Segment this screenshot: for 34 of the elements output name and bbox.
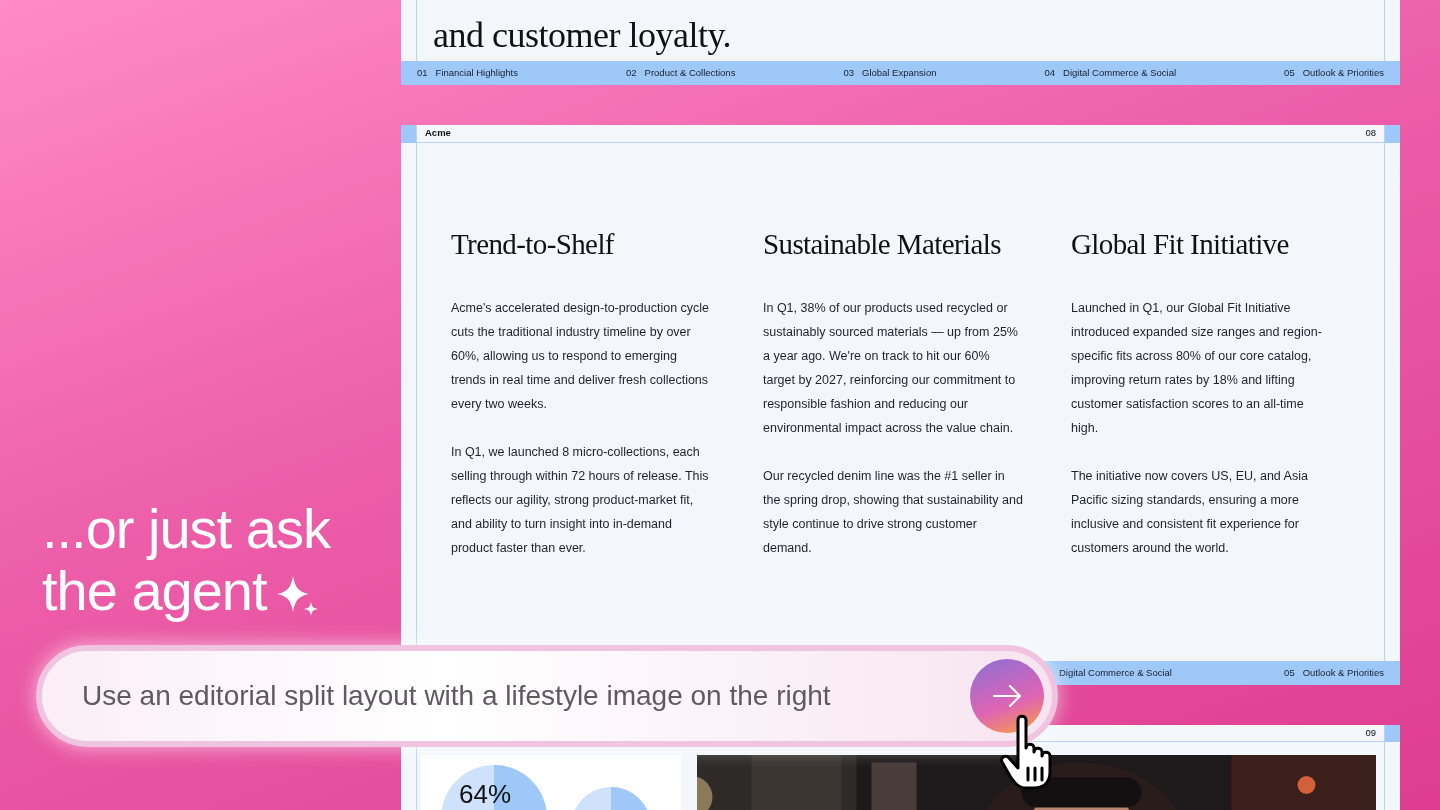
section-number: 03	[843, 65, 854, 80]
column-title: Global Fit Initiative	[1071, 227, 1290, 262]
page-number: 08	[1365, 126, 1376, 141]
headline: the agent	[42, 560, 267, 622]
brand-label: Acme	[425, 126, 451, 141]
column-title: Trend-to-Shelf	[451, 227, 616, 262]
page-number: 09	[1365, 725, 1376, 740]
section-label: Outlook & Priorities	[1302, 65, 1384, 80]
headline: ...or just ask	[42, 498, 330, 560]
section-number: 05	[1284, 65, 1295, 80]
section-number: 02	[626, 65, 637, 80]
margin-marker	[401, 125, 416, 143]
section-number: 04	[1044, 65, 1056, 80]
body-paragraph: In Q1, 38% of our products used recycled or sustainably sourced materials — up from 25% a year ago. We're on track to hit our 60% target by 2027, reinforcing our commitment to responsible fashion and reducing our environmental impact across the value chain.	[763, 300, 1019, 437]
body-paragraph: The initiative now covers US, EU, and Asia Pacific sizing standards, ensuring a more inclusive and consistent fit experience for customers around the world.	[1071, 468, 1309, 557]
column-title: Sustainable Materials	[763, 227, 1002, 262]
margin-marker	[1385, 125, 1400, 143]
stat-value: 64%	[459, 779, 512, 809]
section-number: 01	[417, 65, 428, 80]
section-label: Global Expansion	[862, 65, 937, 80]
prompt-field[interactable]: Use an editorial split layout with a lifestyle image on the right	[36, 645, 1058, 747]
section-label: Digital Commerce & Social	[1063, 65, 1177, 80]
section-label: Digital Commerce & Social	[1059, 665, 1172, 680]
send-button[interactable]	[970, 659, 1044, 733]
body-paragraph: Acme's accelerated design-to-production cycle cuts the traditional industry timeline by over 60%, allowing us to respond to emerging trends in real time and deliver fresh collections every two weeks.	[451, 300, 711, 413]
slide-heading: and customer loyalty.	[433, 14, 732, 57]
body-paragraph: Launched in Q1, our Global Fit Initiative introduced expanded size ranges and region-specific fits across 80% of our core catalog, improving return rates by 18% and lifting customer satisfaction scores to an all-time high.	[1071, 300, 1323, 437]
section-number: 05	[1284, 665, 1295, 680]
body-paragraph: Our recycled denim line was the #1 seller in the spring drop, showing that sustainability and style continue to drive strong customer demand.	[763, 468, 1024, 557]
section-label: Product & Collections	[644, 65, 736, 80]
section-label: Outlook & Priorities	[1302, 665, 1384, 680]
section-label: Financial Highlights	[435, 65, 518, 80]
body-paragraph: In Q1, we launched 8 micro-collections, each selling through within 72 hours of release. This reflects our agility, strong product-market fit, and ability to turn insight into in-demand product faster than ever.	[451, 444, 710, 557]
margin-marker	[1385, 725, 1400, 742]
